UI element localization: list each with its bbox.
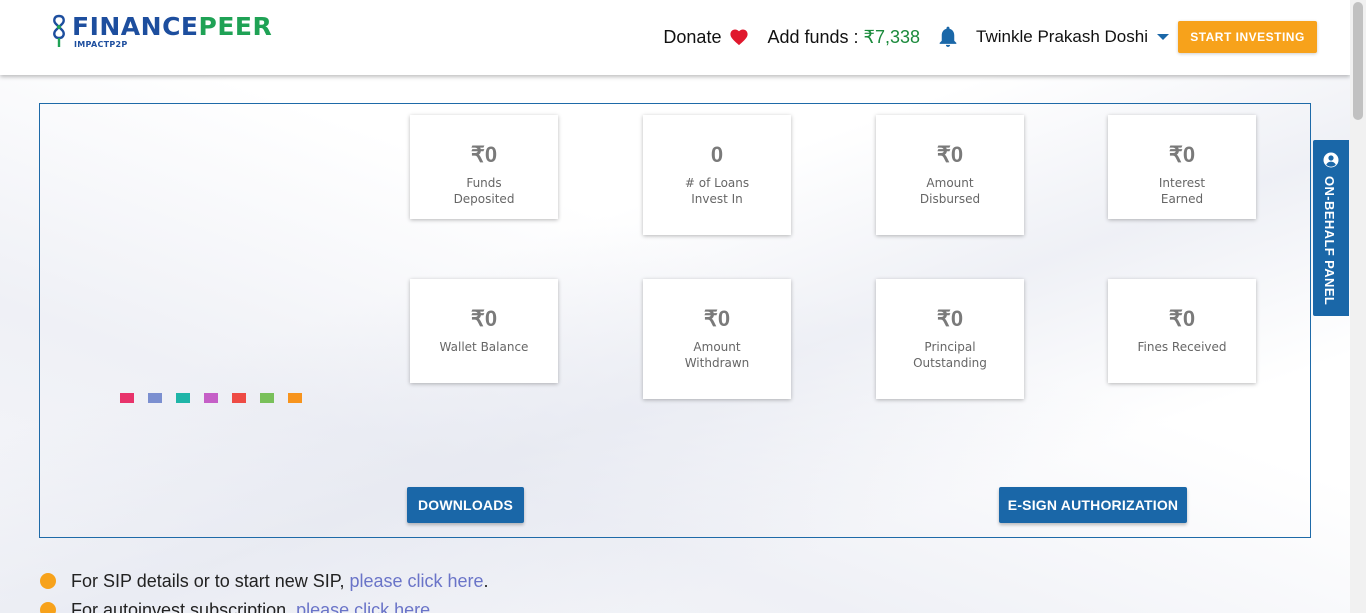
- scrollbar-thumb[interactable]: [1353, 2, 1363, 120]
- page-scrollbar[interactable]: [1350, 0, 1366, 613]
- stat-value: ₹0: [1168, 142, 1196, 167]
- info-text: For autoinvest subscription, please clic…: [71, 600, 430, 613]
- stat-label: Fines Received: [1137, 340, 1227, 354]
- bell-icon[interactable]: [938, 26, 958, 48]
- financepeer-logo[interactable]: FINANCEPEER IMPACTP2P: [50, 13, 290, 50]
- caret-down-icon: [1157, 34, 1169, 40]
- legend-dot: [288, 393, 302, 403]
- stat-label: Amount Withdrawn: [684, 340, 750, 370]
- legend-dot: [148, 393, 162, 403]
- logo-mark-icon: [53, 14, 65, 47]
- stat-value: ₹0: [470, 142, 498, 167]
- stat-value: ₹0: [936, 142, 964, 167]
- stat-card-wallet-balance: ₹0 Wallet Balance: [410, 279, 558, 383]
- stat-value: ₹0: [470, 306, 498, 331]
- stat-label: Funds Deposited: [453, 176, 515, 206]
- donate-link[interactable]: Donate: [663, 27, 749, 48]
- stat-label: # of Loans Invest In: [684, 176, 750, 206]
- stat-value: ₹0: [1168, 306, 1196, 331]
- heart-icon: [730, 29, 749, 46]
- stat-value: ₹0: [703, 306, 731, 331]
- bullet-dot: [40, 573, 56, 589]
- stat-label: Wallet Balance: [439, 340, 529, 354]
- top-header: FINANCEPEER IMPACTP2P Donate Add funds :…: [0, 0, 1350, 75]
- stat-card-loans-invested: 0 # of Loans Invest In: [643, 115, 791, 235]
- info-list: For SIP details or to start new SIP, ple…: [40, 568, 489, 613]
- start-investing-button[interactable]: START INVESTING: [1178, 21, 1317, 53]
- stat-card-fines-received: ₹0 Fines Received: [1108, 279, 1256, 383]
- downloads-button[interactable]: DOWNLOADS: [407, 487, 524, 523]
- add-funds-label: Add funds :: [767, 26, 864, 47]
- logo-brand-peer: PEER: [198, 12, 273, 41]
- add-funds-amount: ₹7,338: [863, 26, 921, 47]
- list-item: For autoinvest subscription, please clic…: [40, 597, 489, 613]
- list-item: For SIP details or to start new SIP, ple…: [40, 568, 489, 594]
- stat-card-interest-earned: ₹0 Interest Earned: [1108, 115, 1256, 219]
- logo-subtitle: IMPACTP2P: [74, 40, 128, 49]
- user-menu[interactable]: Twinkle Prakash Doshi: [976, 27, 1170, 47]
- legend-dot: [204, 393, 218, 403]
- info-text-prefix: For SIP details or to start new SIP,: [71, 570, 350, 591]
- esign-authorization-button[interactable]: E-SIGN AUTHORIZATION: [999, 487, 1187, 523]
- user-circle-icon: [1323, 152, 1339, 168]
- stat-value: 0: [710, 142, 724, 167]
- logo-brand-finance: FINANCE: [72, 12, 199, 41]
- stat-card-amount-disbursed: ₹0 Amount Disbursed: [876, 115, 1024, 235]
- stat-card-funds-deposited: ₹0 Funds Deposited: [410, 115, 558, 219]
- stat-card-amount-withdrawn: ₹0 Amount Withdrawn: [643, 279, 791, 399]
- side-tab-label: ON-BEHALF PANEL: [1322, 176, 1337, 306]
- info-text: For SIP details or to start new SIP, ple…: [71, 571, 489, 592]
- dashboard-panel: ₹0 Funds Deposited 0 # of Loans Invest I…: [39, 103, 1311, 538]
- legend-dot: [120, 393, 134, 403]
- bullet-dot: [40, 602, 56, 613]
- donate-label: Donate: [663, 26, 722, 47]
- chart-legend-dots: [120, 393, 316, 403]
- legend-dot: [260, 393, 274, 403]
- header-nav: Donate Add funds : ₹7,338 Twinkle Prakas…: [663, 21, 1317, 53]
- stat-card-principal-outstanding: ₹0 Principal Outstanding: [876, 279, 1024, 399]
- autoinvest-click-here-link[interactable]: please click here: [296, 600, 430, 613]
- stat-value: ₹0: [936, 306, 964, 331]
- legend-dot: [232, 393, 246, 403]
- on-behalf-panel-tab[interactable]: ON-BEHALF PANEL: [1313, 140, 1349, 316]
- stat-label: Interest Earned: [1158, 176, 1206, 206]
- logo-text: FINANCEPEER: [72, 13, 272, 41]
- stat-label: Amount Disbursed: [919, 176, 981, 206]
- info-text-suffix: .: [483, 570, 489, 591]
- add-funds-link[interactable]: Add funds : ₹7,338: [767, 27, 920, 48]
- legend-dot: [176, 393, 190, 403]
- stat-label: Principal Outstanding: [913, 340, 987, 370]
- info-text-prefix: For autoinvest subscription,: [71, 599, 297, 613]
- user-name: Twinkle Prakash Doshi: [976, 27, 1148, 46]
- sip-click-here-link[interactable]: please click here: [349, 571, 483, 591]
